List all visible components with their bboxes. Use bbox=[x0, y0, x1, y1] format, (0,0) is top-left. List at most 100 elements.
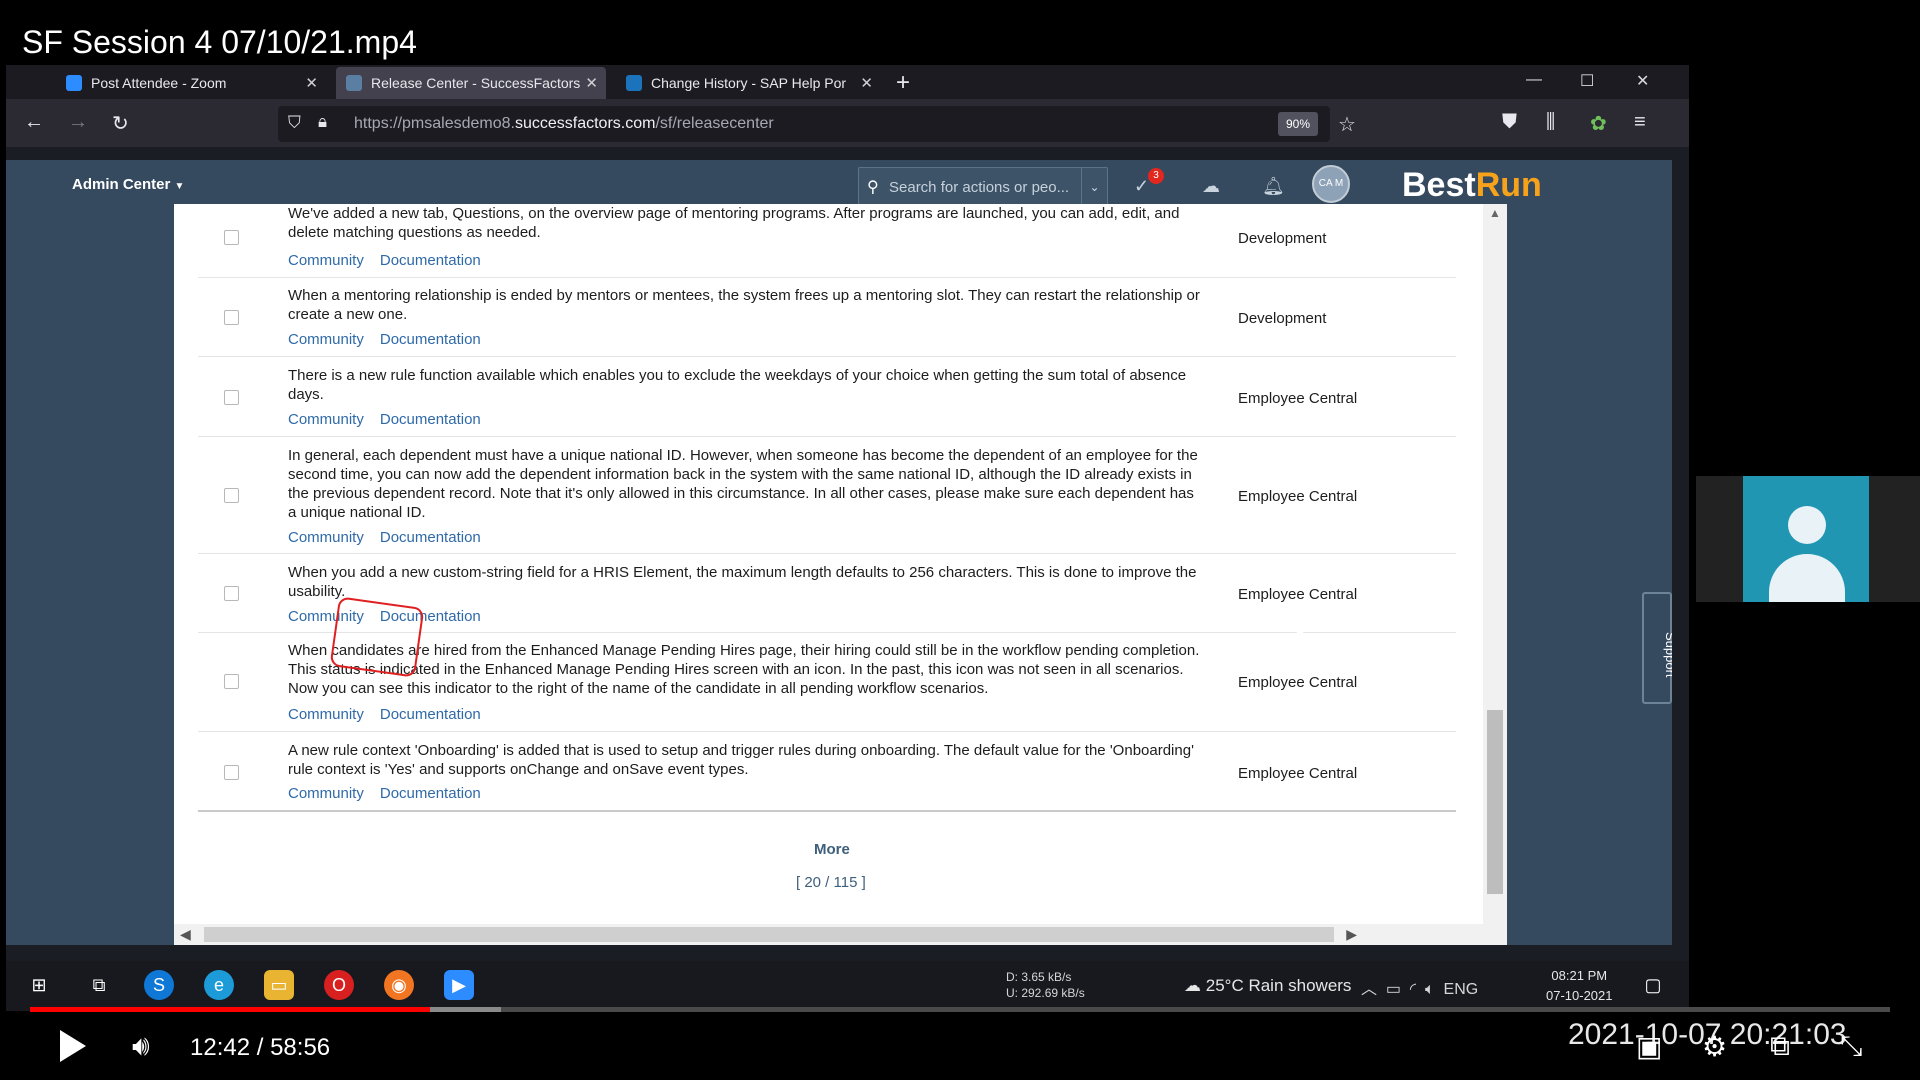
row-links: Community Documentation bbox=[288, 411, 497, 428]
scroll-left-icon[interactable]: ◀ bbox=[180, 926, 191, 943]
row-checkbox[interactable] bbox=[224, 765, 239, 780]
cloud-rain-icon: ☁ bbox=[1184, 976, 1201, 995]
window-close-icon[interactable]: ✕ bbox=[1636, 71, 1649, 91]
url-bar[interactable]: ⛉ 🔒︎ https://pmsalesdemo8.successfactors… bbox=[278, 106, 1356, 142]
scroll-thumb[interactable] bbox=[204, 927, 1334, 942]
scroll-up-icon[interactable]: ▲ bbox=[1489, 206, 1501, 220]
zoom-level[interactable]: 90% bbox=[1278, 112, 1318, 136]
pocket-icon[interactable]: ⛊ bbox=[1502, 111, 1517, 134]
person-body-icon bbox=[1769, 554, 1845, 602]
community-link[interactable]: Community bbox=[288, 331, 364, 348]
captions-icon[interactable]: ▣ bbox=[1636, 1030, 1662, 1063]
minimize-icon[interactable]: — bbox=[1526, 71, 1542, 89]
notifications-icon[interactable]: ▢ bbox=[1638, 970, 1668, 1000]
weather-widget[interactable]: ☁ 25°C Rain showers bbox=[1184, 976, 1351, 996]
todo-icon[interactable]: ✓ bbox=[1134, 176, 1149, 197]
bestrun-logo[interactable]: BestRun bbox=[1402, 166, 1542, 205]
tab-release-center[interactable]: Release Center - SuccessFactors ✕ bbox=[336, 67, 606, 99]
file-explorer-icon[interactable]: ▭ bbox=[264, 970, 294, 1000]
documentation-link[interactable]: Documentation bbox=[380, 252, 481, 269]
menu-icon[interactable]: ≡ bbox=[1634, 111, 1646, 134]
tab-change-history[interactable]: Change History - SAP Help Por ✕ bbox=[616, 67, 881, 99]
volume-icon[interactable]: 🔊︎ bbox=[132, 1030, 150, 1063]
admin-center-label: Admin Center bbox=[72, 176, 171, 193]
community-link[interactable]: Community bbox=[288, 706, 364, 723]
row-area: Development bbox=[1238, 230, 1327, 247]
search-dropdown-icon[interactable]: ⌄ bbox=[1081, 168, 1107, 206]
row-description: We've added a new tab, Questions, on the… bbox=[288, 205, 1180, 241]
community-link[interactable]: Community bbox=[288, 785, 364, 802]
chevron-up-icon[interactable]: ︿ bbox=[1361, 981, 1377, 998]
support-tab[interactable]: Support bbox=[1642, 592, 1672, 704]
chat-icon[interactable]: ☁ bbox=[1202, 176, 1220, 197]
person-head-icon bbox=[1788, 506, 1826, 544]
system-tray[interactable]: ︿ ▭ ◜ 🔈︎ ENG bbox=[1361, 975, 1478, 999]
zoom-app-icon[interactable]: ▶ bbox=[444, 970, 474, 1000]
documentation-link[interactable]: Documentation bbox=[380, 529, 481, 546]
documentation-link[interactable]: Documentation bbox=[380, 785, 481, 802]
skype-icon[interactable]: S bbox=[144, 970, 174, 1000]
reload-icon[interactable]: ↻ bbox=[112, 111, 129, 136]
url-path: /sf/releasecenter bbox=[655, 115, 774, 132]
close-icon[interactable]: ✕ bbox=[305, 74, 318, 92]
library-icon[interactable]: ⫼ bbox=[1546, 111, 1555, 134]
settings-gear-icon[interactable]: ⚙ bbox=[1702, 1030, 1727, 1063]
back-icon[interactable]: ← bbox=[24, 111, 44, 134]
row-links: Community Documentation bbox=[288, 331, 497, 348]
miniplayer-icon[interactable]: ⧉ bbox=[1770, 1030, 1790, 1063]
row-checkbox[interactable] bbox=[224, 310, 239, 325]
table-row: When a mentoring relationship is ended b… bbox=[198, 278, 1456, 357]
speaker-icon[interactable]: 🔈︎ bbox=[1425, 981, 1435, 998]
row-checkbox[interactable] bbox=[224, 488, 239, 503]
firefox-icon[interactable]: ◉ bbox=[384, 970, 414, 1000]
forward-icon[interactable]: → bbox=[68, 111, 88, 134]
shield-icon[interactable]: ⛉ bbox=[288, 113, 301, 133]
close-icon[interactable]: ✕ bbox=[860, 74, 873, 92]
task-view-icon[interactable]: ⧉ bbox=[84, 970, 114, 1000]
search-input[interactable]: ⚲ Search for actions or peo... ⌄ bbox=[858, 167, 1108, 207]
exit-fullscreen-icon[interactable]: ⤡ bbox=[1840, 1030, 1862, 1063]
community-link[interactable]: Community bbox=[288, 529, 364, 546]
clock-time: 08:21 PM bbox=[1551, 968, 1608, 983]
horizontal-scrollbar[interactable]: ◀ ▶ bbox=[174, 924, 1507, 945]
progress-played[interactable] bbox=[30, 1007, 430, 1012]
battery-icon[interactable]: ▭ bbox=[1386, 981, 1401, 998]
wifi-icon[interactable]: ◜ bbox=[1410, 981, 1416, 998]
taskbar-clock[interactable]: 08:21 PM 07-10-2021 bbox=[1546, 966, 1613, 1006]
documentation-link[interactable]: Documentation bbox=[380, 706, 481, 723]
row-area: Employee Central bbox=[1238, 765, 1358, 782]
scroll-thumb[interactable] bbox=[1487, 710, 1503, 894]
documentation-link[interactable]: Documentation bbox=[380, 411, 481, 428]
lock-icon[interactable]: 🔒︎ bbox=[318, 112, 327, 132]
more-button[interactable]: More bbox=[814, 841, 850, 858]
video-player: SF Session 4 07/10/21.mp4 Post Attendee … bbox=[0, 0, 1920, 1080]
row-checkbox[interactable] bbox=[224, 674, 239, 689]
row-checkbox[interactable] bbox=[224, 230, 239, 245]
edge-icon[interactable]: e bbox=[204, 970, 234, 1000]
admin-center-menu[interactable]: Admin Center ▼ bbox=[72, 176, 184, 193]
community-link[interactable]: Community bbox=[288, 411, 364, 428]
row-checkbox[interactable] bbox=[224, 390, 239, 405]
windows-start-icon[interactable]: ⊞ bbox=[24, 970, 54, 1000]
avatar[interactable]: CA M bbox=[1312, 165, 1350, 203]
bell-icon[interactable]: 🔔︎ bbox=[1262, 176, 1285, 197]
vertical-scrollbar[interactable]: ▲ ▼ bbox=[1483, 204, 1507, 942]
time-separator: / bbox=[256, 1034, 264, 1061]
tab-zoom[interactable]: Post Attendee - Zoom ✕ bbox=[56, 67, 326, 99]
close-icon[interactable]: ✕ bbox=[585, 74, 598, 92]
extension-icon[interactable]: ✿ bbox=[1590, 111, 1607, 136]
community-link[interactable]: Community bbox=[288, 252, 364, 269]
net-up: U: 292.69 kB/s bbox=[1006, 986, 1085, 1000]
documentation-link[interactable]: Documentation bbox=[380, 331, 481, 348]
row-area: Development bbox=[1238, 310, 1327, 327]
new-tab-button[interactable]: + bbox=[896, 69, 910, 97]
opera-icon[interactable]: O bbox=[324, 970, 354, 1000]
star-icon[interactable]: ☆ bbox=[1338, 112, 1356, 137]
play-icon[interactable] bbox=[60, 1030, 86, 1062]
table-row: A new rule context 'Onboarding' is added… bbox=[198, 732, 1456, 812]
row-area: Employee Central bbox=[1238, 488, 1358, 505]
row-checkbox[interactable] bbox=[224, 586, 239, 601]
scroll-right-icon[interactable]: ▶ bbox=[1346, 926, 1357, 943]
maximize-icon[interactable]: ☐ bbox=[1580, 71, 1594, 91]
language-indicator[interactable]: ENG bbox=[1444, 981, 1479, 998]
